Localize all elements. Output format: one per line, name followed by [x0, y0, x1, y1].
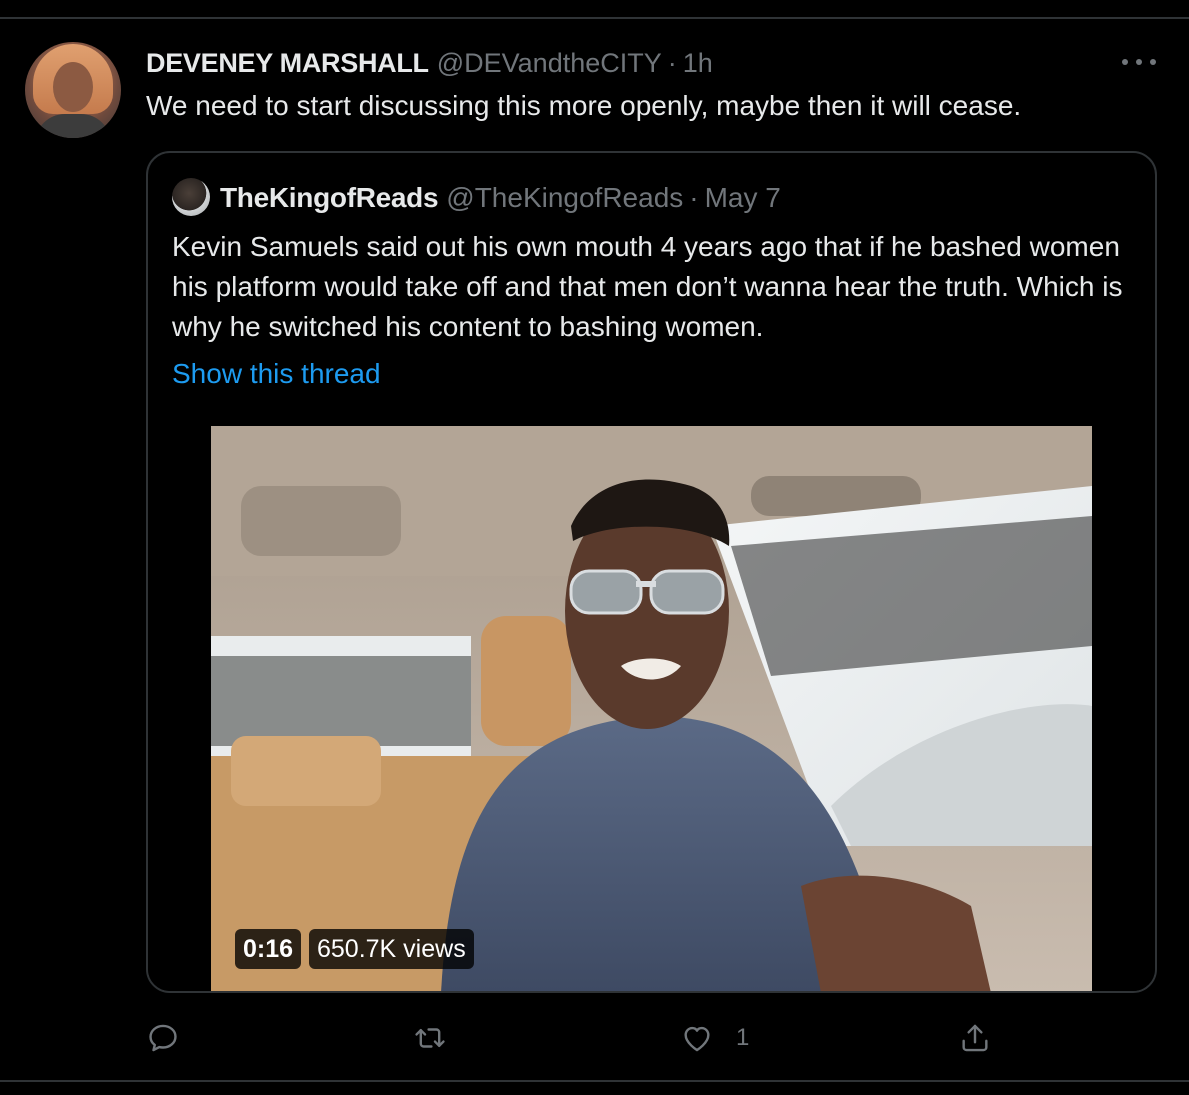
video-views-badge: 650.7K views [309, 929, 474, 969]
author-avatar[interactable] [25, 42, 121, 138]
avatar-face [53, 62, 93, 112]
quoted-tweet-text: Kevin Samuels said out his own mouth 4 y… [172, 231, 1123, 342]
share-icon [962, 1024, 988, 1052]
tweet-header: DEVENEY MARSHALL @DEVandtheCITY · 1h [146, 46, 713, 80]
video-player[interactable]: 0:16 650.7K views [211, 426, 1092, 991]
tweet-text: We need to start discussing this more op… [146, 90, 1022, 121]
reply-icon [149, 1024, 177, 1052]
separator-dot: · [689, 182, 699, 213]
more-dot [1150, 59, 1156, 65]
quoted-author-handle[interactable]: @TheKingofReads [446, 182, 683, 214]
media-container: 0:16 650.7K views [148, 424, 1155, 991]
quoted-tweet-card[interactable]: TheKingofReads @TheKingofReads · May 7 K… [146, 151, 1157, 993]
retweet-icon [415, 1028, 445, 1048]
share-button[interactable] [958, 1016, 992, 1060]
quoted-author-avatar[interactable] [172, 178, 210, 216]
author-name[interactable]: DEVENEY MARSHALL [146, 48, 429, 79]
more-dot [1122, 59, 1128, 65]
bottom-divider [0, 1080, 1189, 1082]
tweet-timestamp[interactable]: 1h [683, 48, 713, 79]
video-frame [211, 426, 1092, 991]
video-duration-badge: 0:16 [235, 929, 302, 969]
top-divider [0, 17, 1189, 19]
separator-dot: · [667, 47, 677, 78]
show-thread-link[interactable]: Show this thread [172, 355, 381, 393]
more-options-icon[interactable] [1122, 54, 1156, 70]
reply-button[interactable] [146, 1016, 180, 1060]
like-button[interactable]: 1 [680, 1016, 749, 1060]
like-icon [684, 1026, 710, 1052]
quoted-author-name[interactable]: TheKingofReads [220, 182, 439, 214]
author-handle[interactable]: @DEVandtheCITY [437, 48, 662, 79]
avatar-body [35, 114, 111, 138]
more-dot [1136, 59, 1142, 65]
like-count: 1 [736, 1024, 750, 1051]
quoted-tweet-header: TheKingofReads @TheKingofReads · May 7 [220, 181, 781, 215]
tweet-actions-bar: 1 [146, 1016, 1006, 1060]
retweet-button[interactable] [413, 1016, 447, 1060]
quoted-tweet-timestamp[interactable]: May 7 [705, 182, 781, 214]
